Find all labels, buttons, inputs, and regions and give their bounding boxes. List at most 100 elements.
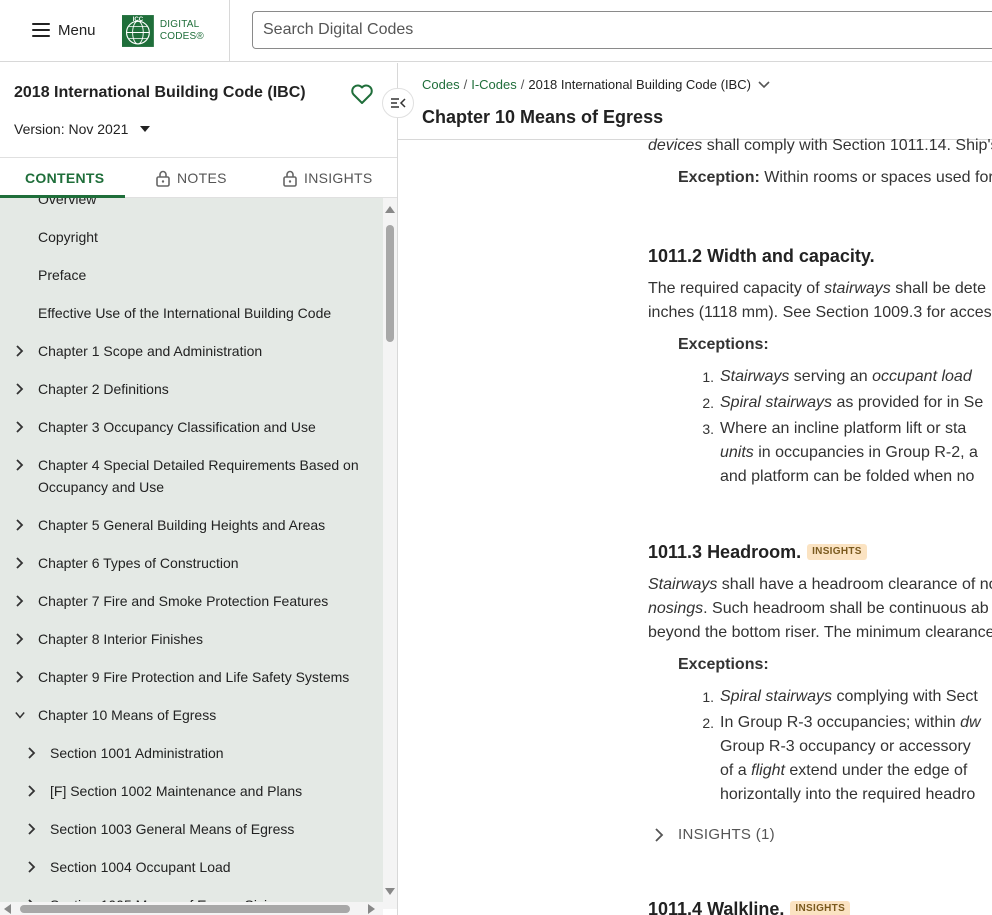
toc-item[interactable]: Overview xyxy=(0,198,383,218)
toc-item[interactable]: Chapter 6 Types of Construction xyxy=(0,544,383,582)
defined-term[interactable]: devices xyxy=(648,137,702,154)
search-input[interactable]: Search Digital Codes xyxy=(252,11,992,49)
breadcrumb-codes-link[interactable]: Codes xyxy=(422,77,460,92)
text-run: serving an xyxy=(789,368,873,385)
paragraph-line: The required capacity of stairways shall… xyxy=(648,277,986,301)
defined-term[interactable]: nosings xyxy=(648,600,703,617)
toc-item[interactable]: Chapter 1 Scope and Administration xyxy=(0,332,383,370)
toc-item-label: Overview xyxy=(38,198,97,207)
toc-item[interactable]: Chapter 10 Means of Egress xyxy=(0,696,383,734)
favorite-heart-icon[interactable] xyxy=(350,83,374,105)
list-item: 3. Where an incline platform lift or sta xyxy=(702,417,967,441)
tab-notes[interactable]: NOTES xyxy=(155,158,227,198)
defined-term[interactable]: dw xyxy=(960,714,980,731)
scroll-up-arrow-icon[interactable] xyxy=(385,206,395,213)
toc-horizontal-scrollbar[interactable] xyxy=(0,902,383,915)
insights-toggle[interactable]: INSIGHTS (1) xyxy=(654,823,775,847)
defined-term[interactable]: Spiral stairways xyxy=(720,394,832,411)
chevron-right-icon[interactable] xyxy=(14,416,26,438)
scrollbar-thumb[interactable] xyxy=(386,225,394,342)
toc-section-item[interactable]: [F] Section 1002 Maintenance and Plans xyxy=(0,772,383,810)
chevron-right-icon[interactable] xyxy=(26,780,38,802)
toc-section-item[interactable]: Section 1001 Administration xyxy=(0,734,383,772)
exception-line: Exception: Within rooms or spaces used f… xyxy=(678,166,992,190)
version-label: Version: Nov 2021 xyxy=(14,121,129,137)
toc-item-label: Chapter 10 Means of Egress xyxy=(38,707,217,723)
collapse-sidebar-button[interactable] xyxy=(382,88,414,118)
menu-label: Menu xyxy=(58,21,96,39)
list-item: 2. Spiral stairways as provided for in S… xyxy=(702,391,983,415)
chevron-right-icon[interactable] xyxy=(26,742,38,764)
toc-item-label: Chapter 2 Definitions xyxy=(38,381,169,397)
chevron-right-icon[interactable] xyxy=(14,514,26,536)
defined-term[interactable]: Spiral stairways xyxy=(720,688,832,705)
defined-term[interactable]: flight xyxy=(751,762,785,779)
chevron-right-icon[interactable] xyxy=(14,454,26,476)
toc-item-label: Effective Use of the International Build… xyxy=(38,305,332,321)
toc-section-item[interactable]: Section 1004 Occupant Load xyxy=(0,848,383,886)
paragraph-line: nosings. Such headroom shall be continuo… xyxy=(648,597,989,621)
logo-mark-text: ICC xyxy=(133,17,144,23)
exception-label: Exception: xyxy=(678,169,760,186)
toc-item[interactable]: Chapter 7 Fire and Smoke Protection Feat… xyxy=(0,582,383,620)
toc-item[interactable]: Chapter 3 Occupancy Classification and U… xyxy=(0,408,383,446)
breadcrumb-icodes-link[interactable]: I-Codes xyxy=(471,77,517,92)
toc-item[interactable]: Chapter 2 Definitions xyxy=(0,370,383,408)
chevron-right-icon[interactable] xyxy=(26,856,38,878)
insights-badge[interactable]: INSIGHTS xyxy=(807,544,867,560)
toc-item[interactable]: Copyright xyxy=(0,218,383,256)
toc-item[interactable]: Chapter 4 Special Detailed Requirements … xyxy=(0,446,383,506)
text-run: horizontally into the required headro xyxy=(720,786,976,803)
toc-item[interactable]: Chapter 8 Interior Finishes xyxy=(0,620,383,658)
icc-digital-codes-logo[interactable]: ICC DIGITAL CODES® xyxy=(122,9,204,52)
defined-term[interactable]: Stairways xyxy=(648,576,717,593)
chevron-right-icon[interactable] xyxy=(26,818,38,840)
exceptions-label: Exceptions: xyxy=(678,656,769,673)
toc-list: Overview Copyright Preface Effective Use of… xyxy=(0,198,383,909)
scroll-down-arrow-icon[interactable] xyxy=(385,888,395,895)
breadcrumb-current-book-dropdown[interactable]: 2018 International Building Code (IBC) xyxy=(528,77,770,92)
scrollbar-thumb[interactable] xyxy=(20,905,350,913)
paragraph-line: devices shall comply with Section 1011.1… xyxy=(648,134,992,158)
text-run: extend under the edge of xyxy=(784,762,968,779)
menu-button[interactable]: Menu xyxy=(32,20,96,40)
chevron-right-icon[interactable] xyxy=(14,340,26,362)
defined-term[interactable]: Stairways xyxy=(720,368,789,385)
chevron-down-icon[interactable] xyxy=(14,704,26,726)
search-placeholder: Search Digital Codes xyxy=(263,21,414,38)
top-divider xyxy=(229,0,230,62)
text-run: Where an incline platform lift or sta xyxy=(720,420,967,437)
toc-item-label: Chapter 8 Interior Finishes xyxy=(38,631,203,647)
toc-item[interactable]: Preface xyxy=(0,256,383,294)
toc-section-item[interactable]: Section 1003 General Means of Egress xyxy=(0,810,383,848)
version-selector[interactable]: Version: Nov 2021 xyxy=(14,121,151,137)
scroll-left-arrow-icon[interactable] xyxy=(4,904,11,914)
chevron-right-icon[interactable] xyxy=(14,552,26,574)
toc-item[interactable]: Chapter 5 General Building Heights and A… xyxy=(0,506,383,544)
insights-badge[interactable]: INSIGHTS xyxy=(790,901,851,915)
toc-item-label: Chapter 6 Types of Construction xyxy=(38,555,239,571)
toc-item-label: Chapter 5 General Building Heights and A… xyxy=(38,517,326,533)
chevron-right-icon[interactable] xyxy=(14,378,26,400)
chevron-right-icon[interactable] xyxy=(14,628,26,650)
defined-term[interactable]: units xyxy=(720,444,754,461)
toc-item[interactable]: Chapter 9 Fire Protection and Life Safet… xyxy=(0,658,383,696)
text-run: shall have a headroom clearance of no xyxy=(717,576,992,593)
toc-item-label: Chapter 4 Special Detailed Requirements … xyxy=(38,457,359,495)
chevron-right-icon[interactable] xyxy=(14,666,26,688)
toc-item[interactable]: Effective Use of the International Build… xyxy=(0,294,383,332)
tab-insights[interactable]: INSIGHTS xyxy=(282,158,373,198)
chevron-right-icon[interactable] xyxy=(14,590,26,612)
sidebar: 2018 International Building Code (IBC) V… xyxy=(0,63,398,915)
text-run: in occupancies in Group R-2, a xyxy=(753,444,978,461)
defined-term[interactable]: occupant load xyxy=(872,368,972,385)
section-heading-1011-3: 1011.3 Headroom. INSIGHTS xyxy=(648,540,867,564)
scroll-right-arrow-icon[interactable] xyxy=(368,904,375,914)
text-run: shall be dete xyxy=(890,280,986,297)
text-run: complying with Sect xyxy=(832,688,978,705)
toc-vertical-scrollbar[interactable] xyxy=(383,198,397,909)
list-item-continuation: Group R-3 occupancy or accessory xyxy=(720,735,971,759)
top-bar: Menu ICC DIGITAL CODES® Search Digital C… xyxy=(0,0,992,62)
tab-contents[interactable]: CONTENTS xyxy=(25,158,104,198)
defined-term[interactable]: stairways xyxy=(824,280,891,297)
